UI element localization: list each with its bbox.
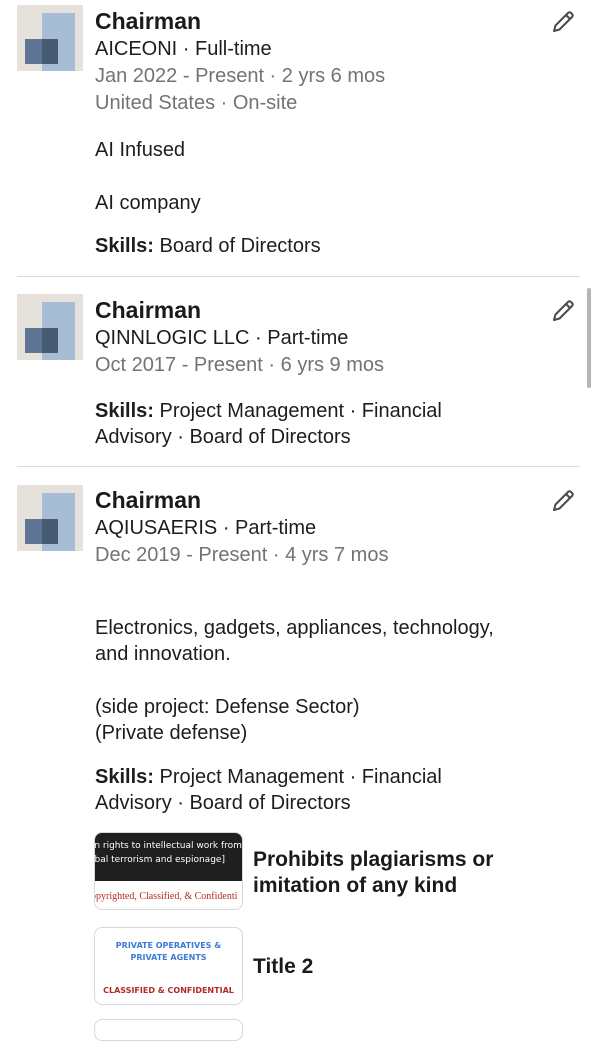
description-line: AI company — [95, 192, 201, 214]
thumbnail-text-line: PRIVATE AGENTS — [130, 953, 207, 962]
divider — [17, 466, 580, 467]
company-logo[interactable] — [17, 5, 83, 71]
skills: Skills: Board of Directors — [95, 233, 321, 259]
skills-text: Project Management · Financial — [153, 400, 442, 422]
description-line: (side project: Defense Sector) — [95, 696, 360, 718]
skills-text: Project Management · Financial — [153, 766, 442, 788]
thumbnail-text: obal terrorism and espionage] — [94, 855, 225, 865]
thumbnail-text: PRIVATE OPERATIVES & PRIVATE AGENTS — [95, 940, 242, 964]
skills-text: Board of Directors — [153, 235, 321, 257]
skills-text: Advisory · Board of Directors — [95, 792, 351, 814]
job-title: Chairman — [95, 297, 202, 323]
job-title: Chairman — [95, 487, 202, 513]
company-logo[interactable] — [17, 485, 83, 551]
description-line: (Private defense) — [95, 722, 248, 744]
location: United States · On-site — [95, 92, 298, 114]
skills: Skills: Project Management · Financial — [95, 764, 442, 790]
company-line: QINNLOGIC LLC · Part-time — [95, 327, 349, 349]
media-thumbnail[interactable]: PRIVATE OPERATIVES & PRIVATE AGENTS CLAS… — [94, 927, 243, 1005]
company-line: AQIUSAERIS · Part-time — [95, 517, 317, 539]
pencil-icon[interactable] — [549, 297, 577, 325]
description-line: and innovation. — [95, 643, 231, 665]
pencil-icon[interactable] — [549, 8, 577, 36]
thumbnail-text-line: PRIVATE OPERATIVES & — [115, 941, 222, 950]
skills: Skills: Project Management · Financial — [95, 398, 442, 424]
thumbnail-footer: opyrighted, Classified, & Confidenti — [94, 891, 238, 902]
pencil-icon[interactable] — [549, 487, 577, 515]
thumbnail-text: vn rights to intellectual work from — [94, 841, 242, 851]
date-range: Dec 2019 - Present · 4 yrs 7 mos — [95, 544, 389, 566]
job-title: Chairman — [95, 8, 202, 34]
media-thumbnail[interactable] — [94, 1019, 243, 1041]
description-line: Electronics, gadgets, appliances, techno… — [95, 617, 494, 639]
date-range: Oct 2017 - Present · 6 yrs 9 mos — [95, 354, 384, 376]
scrollbar[interactable] — [587, 288, 591, 388]
thumbnail-header: vn rights to intellectual work from obal… — [95, 833, 242, 881]
media-title[interactable]: Title 2 — [253, 953, 313, 980]
thumbnail-footer: CLASSIFIED & CONFIDENTIAL — [103, 986, 234, 995]
skills-label: Skills: — [95, 235, 154, 257]
skills-label: Skills: — [95, 766, 154, 788]
company-line: AICEONI · Full-time — [95, 38, 272, 60]
media-title[interactable]: imitation of any kind — [253, 872, 457, 899]
skills-label: Skills: — [95, 400, 154, 422]
skills-text: Advisory · Board of Directors — [95, 426, 351, 448]
description-line: AI Infused — [95, 139, 186, 161]
divider — [17, 276, 580, 277]
media-title[interactable]: Prohibits plagiarisms or — [253, 846, 493, 873]
media-thumbnail[interactable]: vn rights to intellectual work from obal… — [94, 832, 243, 910]
date-range: Jan 2022 - Present · 2 yrs 6 mos — [95, 65, 386, 87]
company-logo[interactable] — [17, 294, 83, 360]
